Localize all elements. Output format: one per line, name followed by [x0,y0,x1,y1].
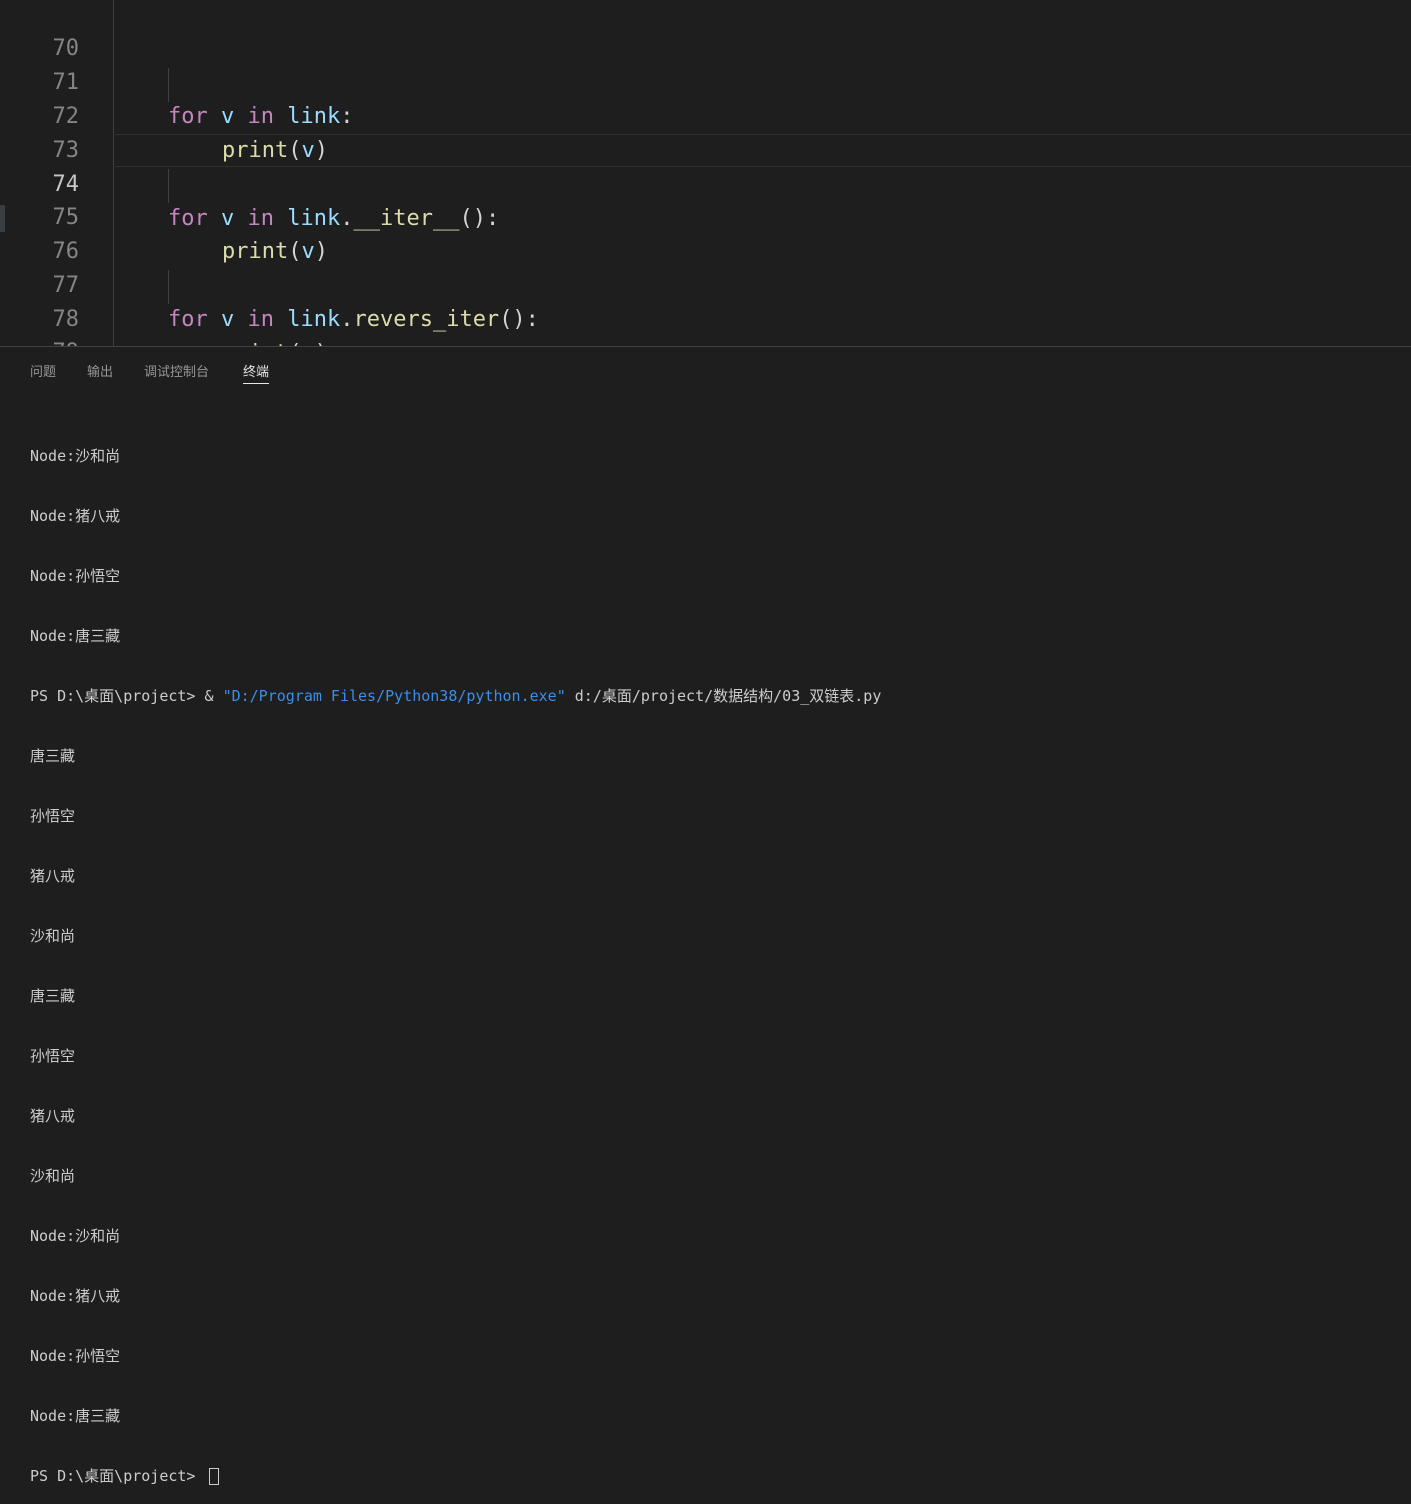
command-executable: "D:/Program Files/Python38/python.exe" [222,687,566,705]
terminal-line: Node:孙悟空 [30,567,121,585]
terminal-line: Node:猪八戒 [30,507,121,525]
terminal-command-line: PS D:\桌面\project> & "D:/Program Files/Py… [30,686,1400,706]
code-line[interactable]: 75 print(v) [0,167,1411,264]
tab-problems[interactable]: 问题 [30,361,56,380]
command-argument: d:/桌面/project/数据结构/03_双链表.py [565,687,882,705]
terminal-prompt: PS D:\桌面\project> [30,1467,205,1485]
terminal-line: 孙悟空 [30,807,76,825]
line-number: 79 [0,336,80,346]
terminal-prompt-line[interactable]: PS D:\桌面\project> [30,1466,1400,1486]
code-line[interactable]: 71 for v in link: [0,32,1411,129]
code-line[interactable]: 72 print(v) [0,66,1411,163]
code-line[interactable]: 78 print(v) [0,269,1411,346]
terminal-line: 孙悟空 [30,1047,76,1065]
terminal-line: Node:猪八戒 [30,1287,121,1305]
code-line[interactable]: 70 [0,0,1411,61]
code-line[interactable]: 73 [0,100,1411,163]
terminal-line: 沙和尚 [30,927,76,945]
terminal-line: Node:唐三藏 [30,627,121,645]
code-line-current[interactable]: 74 for v in link.__iter__(): [0,134,1411,231]
terminal-line: 猪八戒 [30,867,76,885]
terminal-line: 猪八戒 [30,1107,76,1125]
code-text: print(v) [222,337,328,346]
terminal-line: 唐三藏 [30,987,76,1005]
bottom-panel: 问题 输出 调试控制台 终端 Node:沙和尚 Node:猪八戒 Node:孙悟… [0,346,1411,1485]
terminal-line: Node:唐三藏 [30,1407,121,1425]
code-line[interactable]: 76 [0,201,1411,264]
command-prompt: PS D:\桌面\project> & [30,687,223,705]
tab-debug-console[interactable]: 调试控制台 [144,361,209,380]
code-line[interactable]: 77 for v in link.revers_iter(): [0,235,1411,332]
terminal-line: 沙和尚 [30,1167,76,1185]
code-line[interactable]: 79 [0,302,1411,346]
terminal-cursor [208,1468,219,1485]
terminal-line: Node:沙和尚 [30,447,121,465]
terminal-output[interactable]: Node:沙和尚 Node:猪八戒 Node:孙悟空 Node:唐三藏 PS D… [30,406,1400,1504]
tab-terminal[interactable]: 终端 [243,361,270,384]
terminal-line: 唐三藏 [30,747,76,765]
terminal-line: Node:孙悟空 [30,1347,121,1365]
tab-output[interactable]: 输出 [87,361,113,380]
code-editor[interactable]: 70 71 for v in link: 72 print(v) 73 74 f… [0,0,1411,346]
terminal-line: Node:沙和尚 [30,1227,121,1245]
